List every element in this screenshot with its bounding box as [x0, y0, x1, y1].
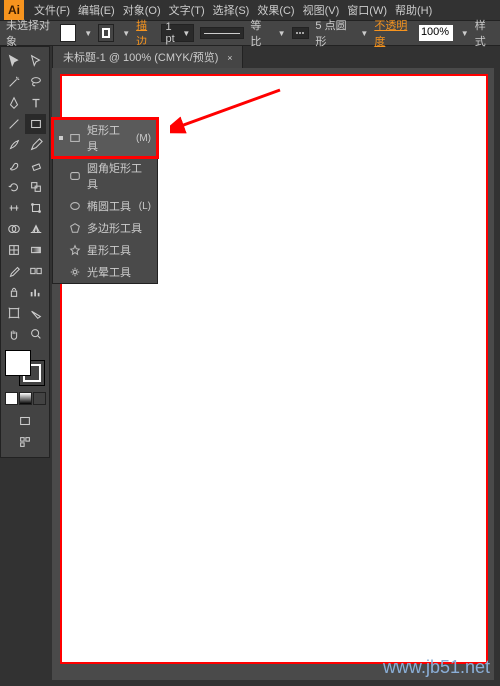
menu-select[interactable]: 选择(S)	[209, 2, 254, 18]
fill-swatch[interactable]	[60, 24, 76, 42]
lasso-tool[interactable]	[25, 72, 46, 92]
mesh-tool[interactable]	[3, 240, 24, 260]
type-tool[interactable]	[25, 93, 46, 113]
bullet-icon	[59, 136, 63, 140]
perspective-grid-tool[interactable]	[25, 219, 46, 239]
rotate-tool[interactable]	[3, 177, 24, 197]
fill-dropdown-icon[interactable]: ▼	[84, 29, 92, 38]
fill-box[interactable]	[5, 350, 31, 376]
flyout-ellipse[interactable]: 椭圆工具 (L)	[53, 195, 157, 217]
rectangle-tool[interactable]	[25, 114, 46, 134]
flyout-flare[interactable]: 光晕工具	[53, 261, 157, 283]
uniform-label: 等比	[250, 17, 269, 49]
hand-tool[interactable]	[3, 324, 24, 344]
polygon-icon	[69, 222, 81, 234]
uniform-dropdown-icon[interactable]: ▼	[278, 29, 286, 38]
eyedropper-tool[interactable]	[3, 261, 24, 281]
brush-label: 5 点圆形	[315, 17, 352, 49]
shape-tool-flyout: 矩形工具 (M) 圆角矩形工具 椭圆工具 (L) 多边形工具 星形工具 光晕工具	[52, 118, 158, 284]
menu-edit[interactable]: 编辑(E)	[74, 2, 119, 18]
stroke-dropdown-icon[interactable]: ▼	[122, 29, 130, 38]
document-tab-row: 未标题-1 @ 100% (CMYK/预览) ×	[0, 46, 500, 68]
zoom-tool[interactable]	[25, 324, 46, 344]
blob-brush-tool[interactable]	[3, 156, 24, 176]
ellipse-icon	[69, 200, 81, 212]
menu-object[interactable]: 对象(O)	[119, 2, 165, 18]
menu-effect[interactable]: 效果(C)	[253, 2, 298, 18]
opacity-link[interactable]: 不透明度	[374, 17, 413, 49]
property-bar: 未选择对象 ▼ ▼ 描边 1 pt▼ 等比▼ 5 点圆形▼ 不透明度 100% …	[0, 20, 500, 46]
line-tool[interactable]	[3, 114, 24, 134]
screen-mode[interactable]	[15, 411, 36, 431]
brush-dropdown-icon[interactable]: ▼	[360, 29, 368, 38]
no-selection-label: 未选择对象	[6, 17, 54, 49]
flyout-star[interactable]: 星形工具	[53, 239, 157, 261]
close-tab-icon[interactable]: ×	[227, 53, 232, 63]
pen-tool[interactable]	[3, 93, 24, 113]
menu-help[interactable]: 帮助(H)	[391, 2, 436, 18]
blend-tool[interactable]	[25, 261, 46, 281]
star-icon	[69, 244, 81, 256]
flyout-polygon[interactable]: 多边形工具	[53, 217, 157, 239]
symbol-sprayer-tool[interactable]	[3, 282, 24, 302]
direct-selection-tool[interactable]	[25, 51, 46, 71]
stroke-profile[interactable]	[200, 27, 244, 39]
flyout-label: 多边形工具	[87, 220, 151, 236]
document-tab-title: 未标题-1 @ 100% (CMYK/预览)	[63, 52, 218, 64]
stroke-swatch[interactable]	[98, 24, 114, 42]
none-mode[interactable]	[33, 392, 46, 405]
annotation-arrow	[170, 85, 290, 135]
free-transform-tool[interactable]	[25, 198, 46, 218]
watermark: www.jb51.net	[383, 657, 490, 678]
brush-preview[interactable]	[292, 27, 310, 39]
artboard-tool[interactable]	[3, 303, 24, 323]
scale-tool[interactable]	[25, 177, 46, 197]
width-tool[interactable]	[3, 198, 24, 218]
opacity-field[interactable]: 100%	[419, 25, 453, 41]
slice-tool[interactable]	[25, 303, 46, 323]
flyout-rectangle[interactable]: 矩形工具 (M)	[53, 119, 157, 157]
opacity-dropdown-icon[interactable]: ▼	[461, 29, 469, 38]
pencil-tool[interactable]	[25, 135, 46, 155]
flyout-key: (L)	[139, 201, 151, 212]
paintbrush-tool[interactable]	[3, 135, 24, 155]
flyout-key: (M)	[136, 133, 151, 144]
gradient-mode[interactable]	[19, 392, 32, 405]
flyout-label: 椭圆工具	[87, 198, 133, 214]
rect-icon	[69, 132, 81, 144]
column-graph-tool[interactable]	[25, 282, 46, 302]
flyout-label: 矩形工具	[87, 122, 130, 154]
menu-type[interactable]: 文字(T)	[165, 2, 209, 18]
roundrect-icon	[69, 170, 81, 182]
flyout-label: 光晕工具	[87, 264, 151, 280]
flare-icon	[69, 266, 81, 278]
menu-view[interactable]: 视图(V)	[299, 2, 344, 18]
toolbar	[0, 46, 50, 458]
menu-file[interactable]: 文件(F)	[30, 2, 74, 18]
magic-wand-tool[interactable]	[3, 72, 24, 92]
document-tab[interactable]: 未标题-1 @ 100% (CMYK/预览) ×	[52, 45, 243, 68]
menu-window[interactable]: 窗口(W)	[343, 2, 391, 18]
stroke-weight-field[interactable]: 1 pt▼	[161, 24, 194, 42]
style-label[interactable]: 样式	[475, 17, 494, 49]
gradient-tool[interactable]	[25, 240, 46, 260]
eraser-tool[interactable]	[25, 156, 46, 176]
color-mode[interactable]	[5, 392, 18, 405]
flyout-label: 圆角矩形工具	[87, 160, 151, 192]
flyout-rounded-rect[interactable]: 圆角矩形工具	[53, 157, 157, 195]
selection-tool[interactable]	[3, 51, 24, 71]
fill-stroke-control[interactable]	[3, 348, 47, 388]
edit-toolbar[interactable]	[15, 432, 36, 452]
shape-builder-tool[interactable]	[3, 219, 24, 239]
flyout-label: 星形工具	[87, 242, 151, 258]
